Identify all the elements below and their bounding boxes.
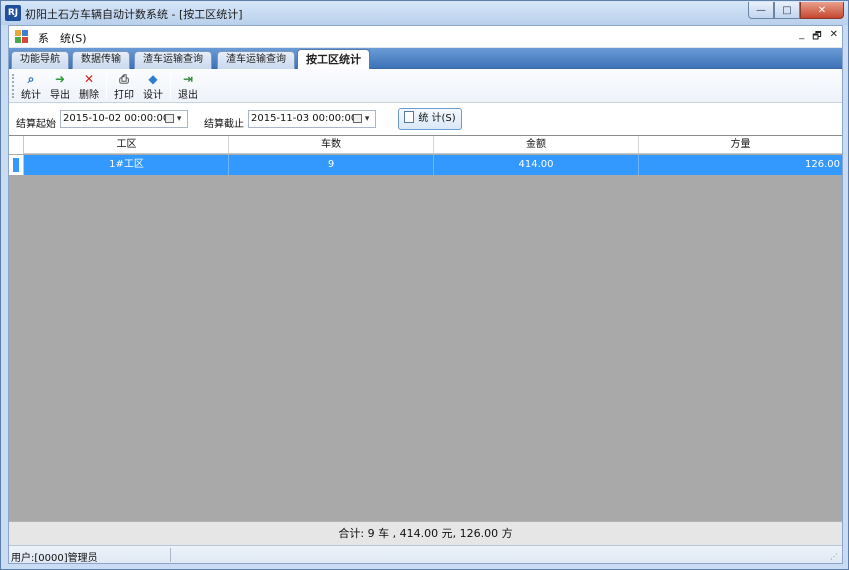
app-logo-icon: RJ: [5, 5, 21, 21]
design-label: 设计: [143, 90, 163, 101]
cell-volume[interactable]: 126.00: [639, 155, 842, 175]
start-date-label: 结算起始: [16, 119, 56, 130]
tab-data-transfer[interactable]: 数据传输: [72, 51, 130, 69]
start-date-value: 2015-10-02 00:00:00: [63, 113, 170, 124]
stat-toolbar-button[interactable]: ⌕ 统计: [17, 71, 45, 101]
summary-total: 合计: 9 车 , 414.00 元, 126.00 方: [9, 521, 842, 545]
menu-system-1[interactable]: 系: [38, 30, 49, 46]
delete-label: 删除: [79, 90, 99, 101]
stat-button[interactable]: 统 计(S): [398, 108, 462, 130]
end-date-picker[interactable]: 2015-11-03 00:00:00 ▾: [248, 110, 376, 128]
tab-function-nav[interactable]: 功能导航: [11, 51, 69, 69]
design-icon: ◆: [148, 72, 158, 86]
close-button[interactable]: ✕: [800, 2, 844, 19]
minimize-button[interactable]: —: [748, 2, 774, 19]
stat-toolbar-label: 统计: [21, 90, 41, 101]
mdi-restore-button[interactable]: 🗗: [812, 29, 821, 46]
mdi-minimize-button[interactable]: _: [799, 29, 804, 46]
status-bar: 用户:[0000]管理员 ⋰: [9, 545, 842, 564]
row-header-corner[interactable]: [9, 136, 24, 154]
end-date-value: 2015-11-03 00:00:00: [251, 113, 358, 124]
export-icon: ➜: [54, 72, 66, 86]
client-area: 系 统(S) _ 🗗 ✕ 功能导航 数据传输 渣车运输查询 渣车运输查询 按工区…: [8, 25, 843, 564]
title-bar[interactable]: RJ 初阳土石方车辆自动计数系统 - [按工区统计] — □ ✕: [1, 1, 848, 25]
toolbar-grip[interactable]: [12, 74, 15, 98]
toolbar-separator: [106, 73, 107, 99]
window-controls: — □ ✕: [748, 2, 844, 19]
tab-transport-query-1[interactable]: 渣车运输查询: [134, 51, 212, 69]
data-grid: 工区 车数 金额 方量 1#工区 9 414.00 126.00: [9, 135, 842, 521]
column-header-amount[interactable]: 金额: [434, 136, 639, 154]
toolbar-separator: [170, 73, 171, 99]
cell-amount[interactable]: 414.00: [434, 155, 639, 175]
resize-grip-icon[interactable]: ⋰: [830, 552, 840, 562]
grid-header: 工区 车数 金额 方量: [9, 136, 842, 154]
status-user: 用户:[0000]管理员: [11, 553, 98, 564]
print-button[interactable]: ⎙ 打印: [110, 71, 138, 101]
calendar-dropdown-icon[interactable]: ▾: [165, 113, 185, 125]
system-menu-icon[interactable]: [15, 30, 29, 44]
cell-count[interactable]: 9: [229, 155, 434, 175]
app-window: RJ 初阳土石方车辆自动计数系统 - [按工区统计] — □ ✕ 系 统(S) …: [0, 0, 849, 570]
table-row[interactable]: 1#工区 9 414.00 126.00: [9, 155, 842, 175]
maximize-button[interactable]: □: [774, 2, 800, 19]
column-header-volume[interactable]: 方量: [639, 136, 842, 154]
cell-zone[interactable]: 1#工区: [25, 155, 229, 175]
print-label: 打印: [114, 90, 134, 101]
exit-icon: ⇥: [182, 72, 194, 86]
export-label: 导出: [50, 90, 70, 101]
export-button[interactable]: ➜ 导出: [46, 71, 74, 101]
magnifier-icon: ⌕: [27, 72, 35, 86]
column-header-zone[interactable]: 工区: [25, 136, 229, 154]
exit-label: 退出: [178, 90, 198, 101]
menu-bar: 系 统(S) _ 🗗 ✕: [9, 26, 842, 48]
printer-icon: ⎙: [119, 72, 129, 86]
start-date-picker[interactable]: 2015-10-02 00:00:00 ▾: [60, 110, 188, 128]
toolbar: ⌕ 统计 ➜ 导出 ✕ 删除 ⎙ 打印 ◆ 设计 ⇥ 退出: [9, 69, 842, 103]
exit-button[interactable]: ⇥ 退出: [174, 71, 202, 101]
row-header[interactable]: [9, 155, 24, 175]
end-date-label: 结算截止: [204, 119, 244, 130]
calendar-dropdown-icon[interactable]: ▾: [353, 113, 373, 125]
window-title: 初阳土石方车辆自动计数系统 - [按工区统计]: [25, 8, 243, 21]
design-button[interactable]: ◆ 设计: [139, 71, 167, 101]
delete-button[interactable]: ✕ 删除: [75, 71, 103, 101]
tab-transport-query-2[interactable]: 渣车运输查询: [217, 51, 295, 69]
delete-icon: ✕: [83, 72, 95, 86]
document-icon: [404, 111, 415, 123]
mdi-close-button[interactable]: ✕: [830, 29, 838, 46]
tab-strip: 功能导航 数据传输 渣车运输查询 渣车运输查询 按工区统计: [9, 48, 842, 70]
mdi-controls: _ 🗗 ✕: [799, 29, 838, 46]
stat-button-label: 统 计(S): [418, 113, 456, 124]
tab-zone-stats[interactable]: 按工区统计: [297, 49, 370, 70]
status-separator: [170, 548, 171, 562]
menu-system-2[interactable]: 统(S): [60, 30, 87, 46]
column-header-count[interactable]: 车数: [229, 136, 434, 154]
filter-bar: 结算起始 2015-10-02 00:00:00 ▾ 结算截止 2015-11-…: [9, 103, 842, 135]
